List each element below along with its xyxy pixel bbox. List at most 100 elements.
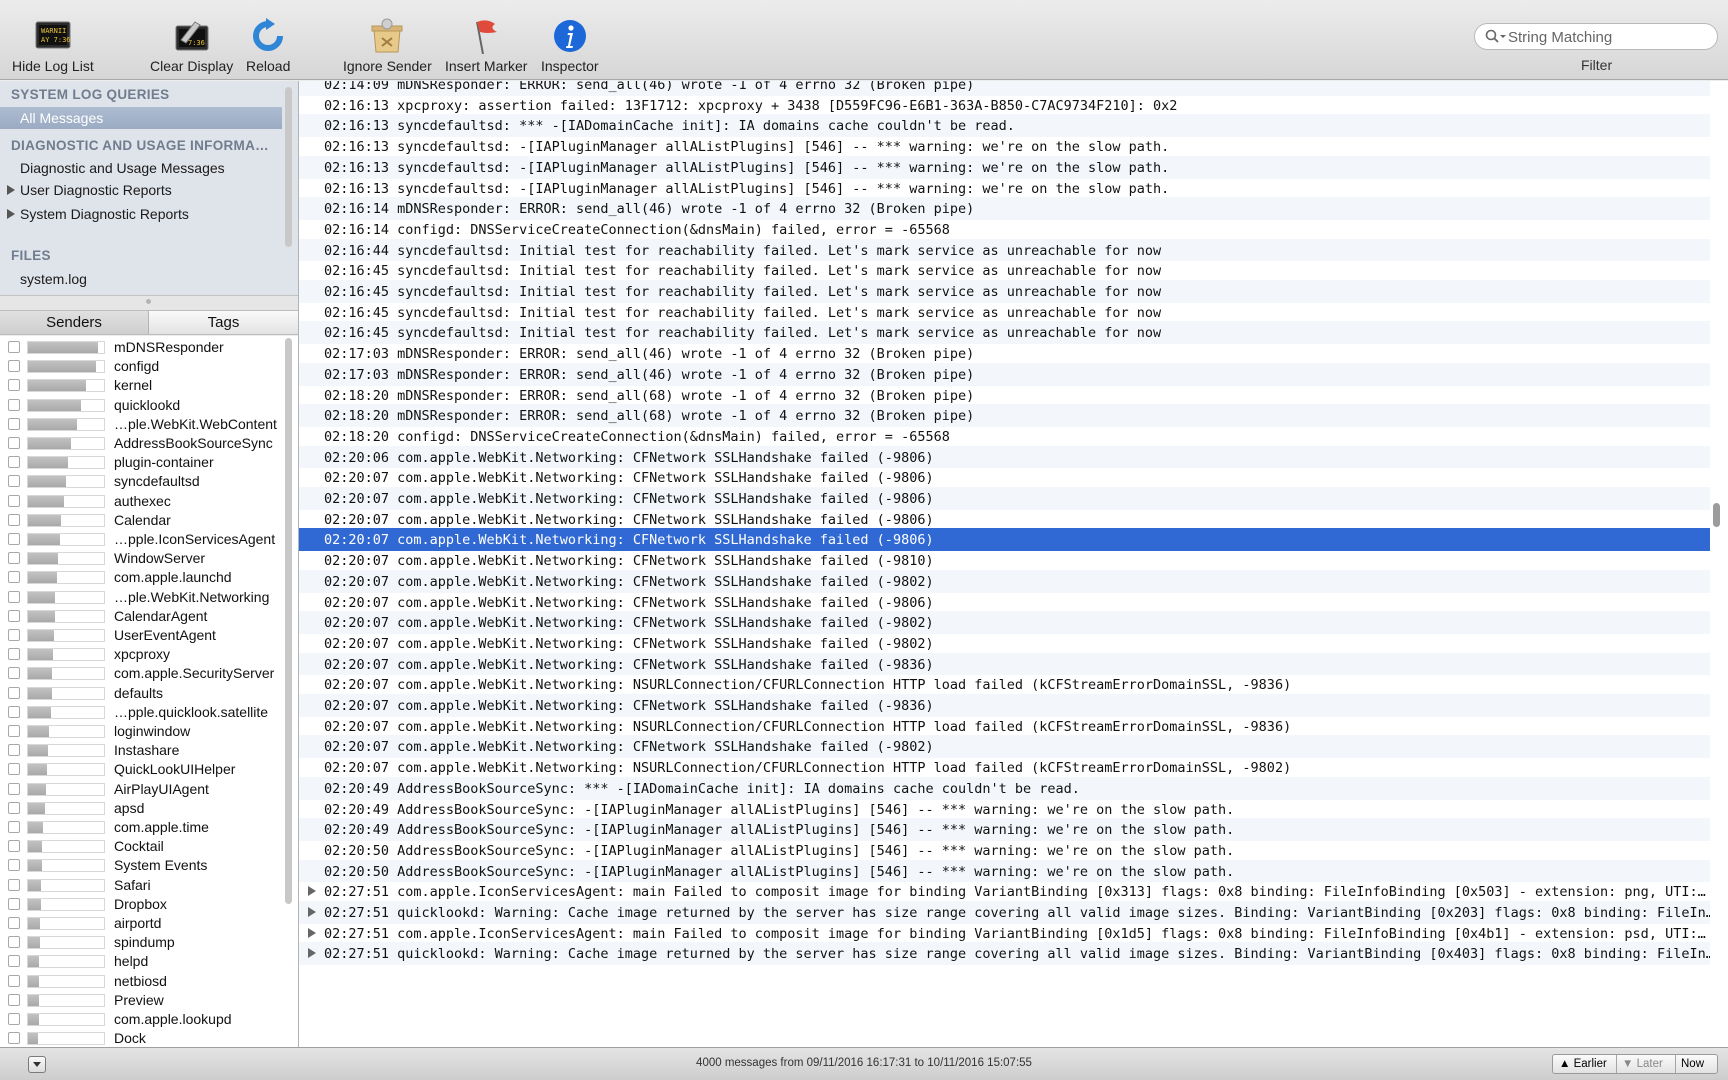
inspector-button[interactable]: Inspector xyxy=(541,18,599,74)
sender-checkbox[interactable] xyxy=(8,513,20,526)
sender-checkbox[interactable] xyxy=(8,705,20,718)
log-row[interactable]: 02:16:45 syncdefaultsd: Initial test for… xyxy=(299,280,1710,303)
sidebar-scrollbar[interactable] xyxy=(285,87,292,247)
log-row[interactable]: 02:18:20 mDNSResponder: ERROR: send_all(… xyxy=(299,404,1710,427)
log-scrollbar[interactable] xyxy=(1713,503,1720,527)
log-row[interactable]: 02:16:45 syncdefaultsd: Initial test for… xyxy=(299,321,1710,345)
sender-row[interactable]: helpd xyxy=(0,952,282,971)
sender-row[interactable]: loginwindow xyxy=(0,722,282,741)
log-row[interactable]: 02:27:51 com.apple.IconServicesAgent: ma… xyxy=(299,880,1710,903)
sender-row[interactable]: AddressBookSourceSync xyxy=(0,434,282,453)
log-row[interactable]: 02:27:51 com.apple.IconServicesAgent: ma… xyxy=(299,922,1710,945)
reload-button[interactable]: Reload xyxy=(246,18,290,74)
ignore-sender-button[interactable]: Ignore Sender xyxy=(343,18,432,74)
log-row[interactable]: 02:17:03 mDNSResponder: ERROR: send_all(… xyxy=(299,362,1710,386)
sender-row[interactable]: CalendarAgent xyxy=(0,607,282,626)
log-row[interactable]: 02:16:13 syncdefaultsd: -[IAPluginManage… xyxy=(299,177,1710,200)
hide-log-list-button[interactable]: WARNII AY 7:36 Hide Log List xyxy=(12,18,94,74)
log-row[interactable]: 02:20:07 com.apple.WebKit.Networking: CF… xyxy=(299,611,1710,634)
sender-checkbox[interactable] xyxy=(8,686,20,699)
tab-senders[interactable]: Senders xyxy=(0,311,148,334)
log-row[interactable]: 02:20:07 com.apple.WebKit.Networking: CF… xyxy=(299,652,1710,676)
sender-checkbox[interactable] xyxy=(8,437,20,449)
sender-checkbox[interactable] xyxy=(8,840,20,853)
sidebar-item-user-reports[interactable]: User Diagnostic Reports xyxy=(20,182,172,198)
sender-checkbox[interactable] xyxy=(8,763,20,776)
sender-row[interactable]: plugin-container xyxy=(0,453,282,472)
log-row[interactable]: 02:20:07 com.apple.WebKit.Networking: NS… xyxy=(299,715,1710,738)
log-row[interactable]: 02:20:07 com.apple.WebKit.Networking: CF… xyxy=(299,632,1710,655)
sender-row[interactable]: airportd xyxy=(0,914,282,933)
sender-row[interactable]: WindowServer xyxy=(0,549,282,568)
sender-row[interactable]: com.apple.launchd xyxy=(0,568,282,587)
log-row[interactable]: 02:20:49 AddressBookSourceSync: -[IAPlug… xyxy=(299,818,1710,841)
clear-display-button[interactable]: 7:36 Clear Display xyxy=(150,18,233,74)
sender-checkbox[interactable] xyxy=(8,648,20,661)
log-row[interactable]: 02:20:49 AddressBookSourceSync: -[IAPlug… xyxy=(299,798,1710,821)
sender-row[interactable]: mDNSResponder xyxy=(0,338,282,357)
log-row-selected[interactable]: 02:20:07 com.apple.WebKit.Networking: CF… xyxy=(299,528,1710,552)
sender-row[interactable]: Cocktail xyxy=(0,837,282,856)
sender-checkbox[interactable] xyxy=(8,993,20,1006)
log-row[interactable]: 02:18:20 configd: DNSServiceCreateConnec… xyxy=(299,425,1710,448)
log-row[interactable]: 02:20:07 com.apple.WebKit.Networking: CF… xyxy=(299,508,1710,531)
log-row[interactable]: 02:16:45 syncdefaultsd: Initial test for… xyxy=(299,259,1710,282)
sender-checkbox[interactable] xyxy=(8,955,20,968)
sender-row[interactable]: com.apple.SecurityServer xyxy=(0,664,282,683)
log-row[interactable]: 02:20:07 com.apple.WebKit.Networking: CF… xyxy=(299,487,1710,510)
log-row[interactable]: 02:20:07 com.apple.WebKit.Networking: CF… xyxy=(299,466,1710,489)
log-row[interactable]: 02:20:07 com.apple.WebKit.Networking: CF… xyxy=(299,569,1710,593)
sender-checkbox[interactable] xyxy=(8,725,20,737)
log-row[interactable]: 02:16:13 syncdefaultsd: -[IAPluginManage… xyxy=(299,135,1710,158)
search-field[interactable] xyxy=(1474,23,1718,50)
log-row[interactable]: 02:27:51 quicklookd: Warning: Cache imag… xyxy=(299,942,1710,966)
tab-tags[interactable]: Tags xyxy=(149,311,298,334)
later-button[interactable]: ▼ Later xyxy=(1622,1058,1663,1070)
sender-row[interactable]: configd xyxy=(0,357,282,376)
sender-row[interactable]: apsd xyxy=(0,799,282,818)
sender-row[interactable]: UserEventAgent xyxy=(0,626,282,645)
sender-checkbox[interactable] xyxy=(8,590,20,603)
sender-checkbox[interactable] xyxy=(8,917,20,929)
sender-row[interactable]: …ple.WebKit.Networking xyxy=(0,588,282,607)
sender-checkbox[interactable] xyxy=(8,878,20,891)
sender-checkbox[interactable] xyxy=(8,456,20,469)
log-row[interactable]: 02:20:07 com.apple.WebKit.Networking: CF… xyxy=(299,549,1710,572)
log-row[interactable]: 02:20:06 com.apple.WebKit.Networking: CF… xyxy=(299,445,1710,469)
sender-checkbox[interactable] xyxy=(8,1013,20,1025)
sender-row[interactable]: xpcproxy xyxy=(0,645,282,664)
sender-row[interactable]: QuickLookUIHelper xyxy=(0,760,282,779)
sender-checkbox[interactable] xyxy=(8,859,20,872)
sender-checkbox[interactable] xyxy=(8,341,20,353)
sender-checkbox[interactable] xyxy=(8,629,20,641)
log-row[interactable]: 02:20:50 AddressBookSourceSync: -[IAPlug… xyxy=(299,859,1710,883)
log-row[interactable]: 02:20:49 AddressBookSourceSync: *** -[IA… xyxy=(299,776,1710,800)
expand-triangle-icon[interactable] xyxy=(308,927,316,938)
sender-checkbox[interactable] xyxy=(8,552,20,565)
sender-row[interactable]: Dock xyxy=(0,1029,282,1047)
log-row[interactable]: 02:16:13 syncdefaultsd: -[IAPluginManage… xyxy=(299,155,1710,179)
sender-row[interactable]: Dropbox xyxy=(0,895,282,914)
log-row[interactable]: 02:16:13 syncdefaultsd: *** -[IADomainCa… xyxy=(299,114,1710,138)
sender-row[interactable]: com.apple.lookupd xyxy=(0,1010,282,1029)
sender-row[interactable]: netbiosd xyxy=(0,972,282,991)
sender-checkbox[interactable] xyxy=(8,571,20,584)
senders-scrollbar[interactable] xyxy=(285,338,292,904)
sender-row[interactable]: defaults xyxy=(0,684,282,703)
sender-checkbox[interactable] xyxy=(8,974,20,987)
sender-row[interactable]: Instashare xyxy=(0,741,282,760)
sidebar-item-system-log[interactable]: system.log xyxy=(20,271,87,287)
log-row[interactable]: 02:20:07 com.apple.WebKit.Networking: NS… xyxy=(299,756,1710,779)
expand-triangle-icon[interactable] xyxy=(308,948,316,959)
log-row[interactable]: 02:16:44 syncdefaultsd: Initial test for… xyxy=(299,238,1710,262)
sender-checkbox[interactable] xyxy=(8,936,20,949)
sender-row[interactable]: kernel xyxy=(0,376,282,395)
search-input[interactable] xyxy=(1508,27,1708,47)
sender-row[interactable]: AirPlayUIAgent xyxy=(0,780,282,799)
sender-checkbox[interactable] xyxy=(8,494,20,507)
sender-row[interactable]: Safari xyxy=(0,876,282,895)
sender-row[interactable]: …pple.IconServicesAgent xyxy=(0,530,282,549)
sender-checkbox[interactable] xyxy=(8,398,20,411)
sender-checkbox[interactable] xyxy=(8,801,20,814)
disclosure-triangle-icon[interactable] xyxy=(7,209,15,219)
